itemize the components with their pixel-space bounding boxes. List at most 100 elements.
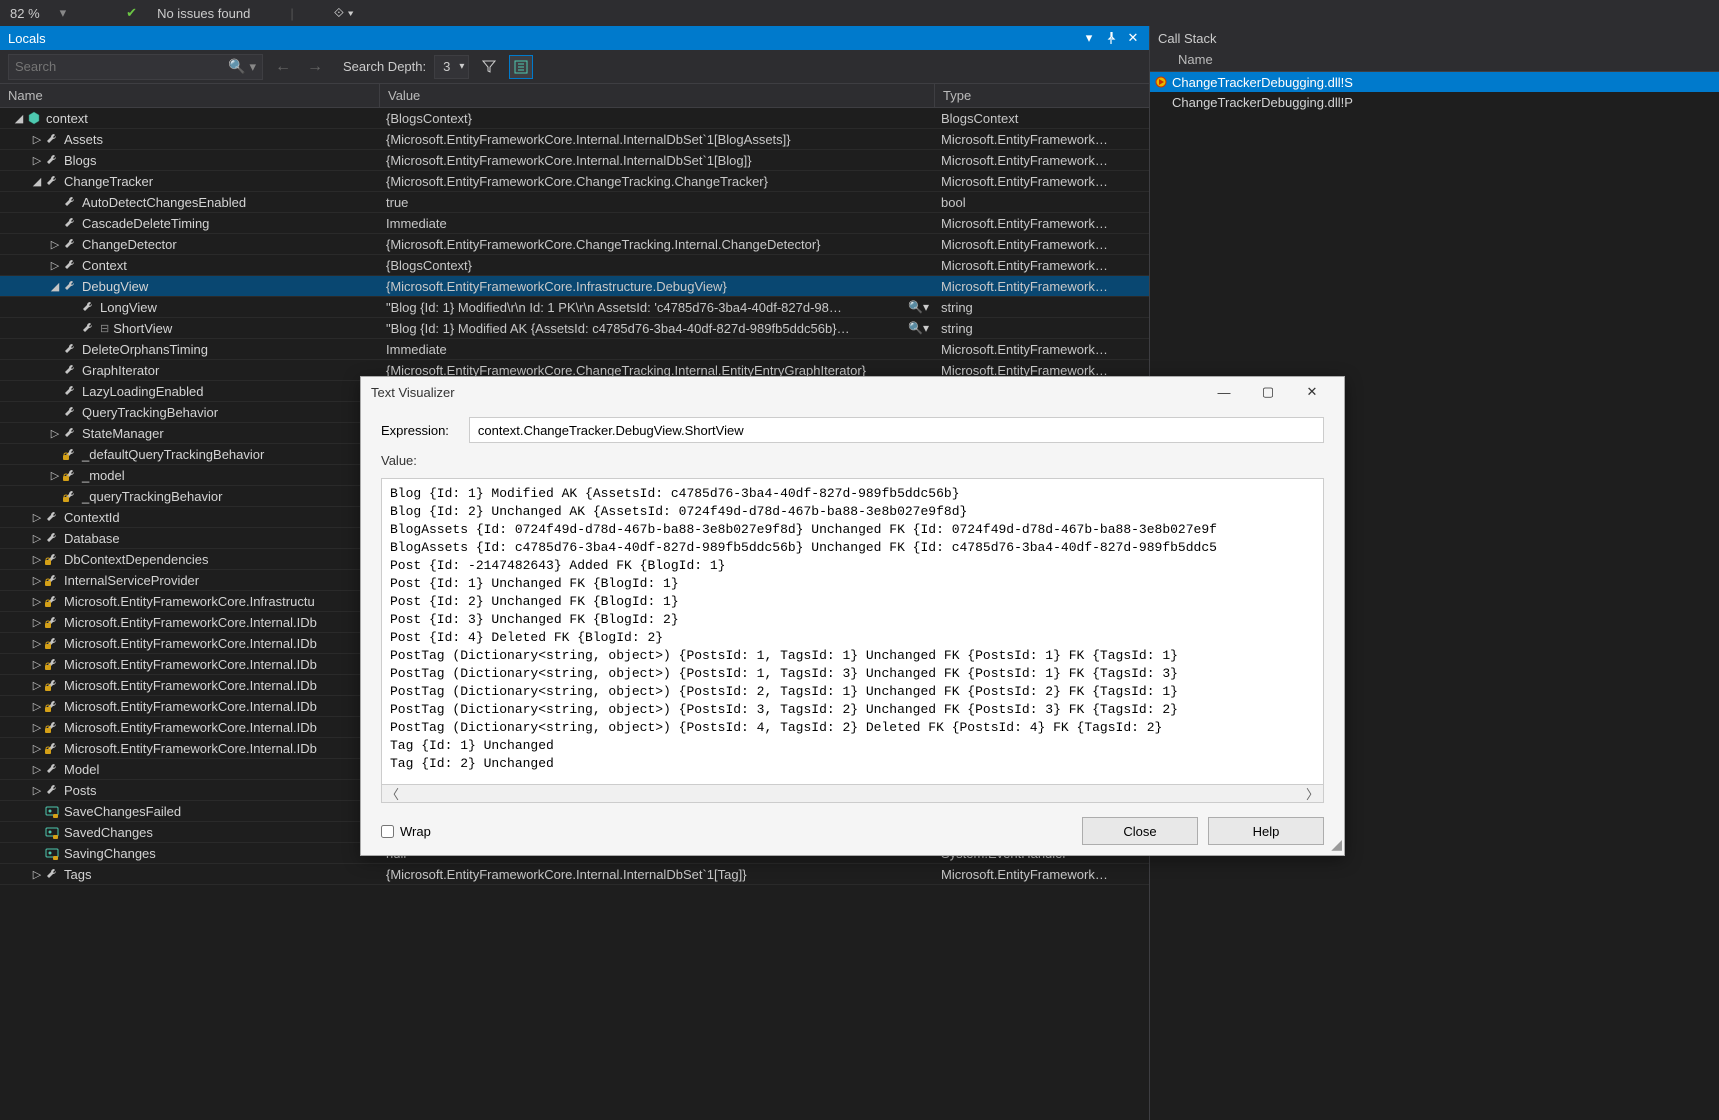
expand-toggle[interactable]: ▷ <box>30 763 44 776</box>
tree-row[interactable]: ◢ChangeTracker{Microsoft.EntityFramework… <box>0 171 1149 192</box>
expand-toggle[interactable] <box>48 406 62 418</box>
expression-input[interactable] <box>469 417 1324 443</box>
row-type: Microsoft.EntityFramework… <box>935 174 1149 189</box>
zoom-dropdown-icon[interactable]: ▾ <box>60 5 67 21</box>
window-dropdown-icon[interactable]: ▾ <box>1081 30 1097 46</box>
prop-icon <box>44 131 60 147</box>
row-value: {BlogsContext} <box>386 111 929 126</box>
expand-toggle[interactable]: ◢ <box>30 175 44 188</box>
expand-toggle[interactable]: ▷ <box>30 721 44 734</box>
expand-toggle[interactable] <box>30 805 44 817</box>
expand-toggle[interactable] <box>48 343 62 355</box>
prop-icon <box>62 257 78 273</box>
expand-toggle[interactable] <box>30 826 44 838</box>
tree-row[interactable]: ◢ context {BlogsContext} BlogsContext <box>0 108 1149 129</box>
priv-icon <box>44 572 60 588</box>
row-name: Assets <box>64 132 103 147</box>
callstack-col-name[interactable]: Name <box>1150 50 1719 72</box>
search-input[interactable] <box>15 59 228 74</box>
expand-toggle[interactable]: ▷ <box>30 511 44 524</box>
row-name: Model <box>64 762 99 777</box>
help-button[interactable]: Help <box>1208 817 1324 845</box>
depth-select[interactable]: 3 <box>434 55 469 79</box>
close-dialog-icon[interactable]: ✕ <box>1290 377 1334 407</box>
priv-icon <box>44 677 60 693</box>
col-value[interactable]: Value <box>380 84 935 107</box>
expand-toggle[interactable]: ▷ <box>48 469 62 482</box>
callstack-row[interactable]: ChangeTrackerDebugging.dll!S <box>1150 72 1719 92</box>
tree-row[interactable]: AutoDetectChangesEnabledtruebool <box>0 192 1149 213</box>
pin-icon[interactable] <box>1103 30 1119 46</box>
expand-toggle[interactable]: ▷ <box>30 658 44 671</box>
expand-toggle[interactable]: ▷ <box>30 679 44 692</box>
wrap-checkbox[interactable]: Wrap <box>381 824 431 839</box>
expand-toggle[interactable]: ▷ <box>48 259 62 272</box>
tree-row[interactable]: DeleteOrphansTimingImmediateMicrosoft.En… <box>0 339 1149 360</box>
tree-row[interactable]: ▷Assets{Microsoft.EntityFrameworkCore.In… <box>0 129 1149 150</box>
minimize-icon[interactable]: — <box>1202 377 1246 407</box>
expand-toggle[interactable] <box>66 322 80 334</box>
tree-row[interactable]: ⊟ShortView"Blog {Id: 1} Modified AK {Ass… <box>0 318 1149 339</box>
prop-icon <box>62 404 78 420</box>
maximize-icon[interactable]: ▢ <box>1246 377 1290 407</box>
prop-icon <box>44 761 60 777</box>
expand-toggle[interactable] <box>48 448 62 460</box>
row-type: Microsoft.EntityFramework… <box>935 867 1149 882</box>
tree-row[interactable]: CascadeDeleteTimingImmediateMicrosoft.En… <box>0 213 1149 234</box>
tree-row[interactable]: ▷Tags{Microsoft.EntityFrameworkCore.Inte… <box>0 864 1149 885</box>
close-button[interactable]: Close <box>1082 817 1198 845</box>
row-name: _model <box>82 468 125 483</box>
expand-toggle[interactable] <box>66 301 80 313</box>
expand-toggle[interactable]: ◢ <box>48 280 62 293</box>
value-textarea[interactable]: Blog {Id: 1} Modified AK {AssetsId: c478… <box>381 478 1324 785</box>
expand-toggle[interactable] <box>30 847 44 859</box>
tree-row[interactable]: ▷ChangeDetector{Microsoft.EntityFramewor… <box>0 234 1149 255</box>
dialog-titlebar[interactable]: Text Visualizer — ▢ ✕ <box>361 377 1344 407</box>
filter-icon[interactable] <box>477 55 501 79</box>
tree-row[interactable]: ▷Context{BlogsContext}Microsoft.EntityFr… <box>0 255 1149 276</box>
expand-toggle[interactable] <box>48 217 62 229</box>
tree-row[interactable]: ▷Blogs{Microsoft.EntityFrameworkCore.Int… <box>0 150 1149 171</box>
search-dropdown-icon[interactable]: ▾ <box>249 59 256 75</box>
expand-toggle[interactable]: ◢ <box>12 112 26 125</box>
close-icon[interactable]: ✕ <box>1125 30 1141 46</box>
expand-toggle[interactable]: ▷ <box>30 133 44 146</box>
col-name[interactable]: Name <box>0 84 380 107</box>
horizontal-scrollbar[interactable]: 〈〉 <box>381 785 1324 803</box>
tree-row[interactable]: LongView"Blog {Id: 1} Modified\r\n Id: 1… <box>0 297 1149 318</box>
expand-toggle[interactable]: ▷ <box>30 700 44 713</box>
wrap-checkbox-input[interactable] <box>381 825 394 838</box>
col-type[interactable]: Type <box>935 84 1149 107</box>
expand-toggle[interactable]: ▷ <box>30 553 44 566</box>
tree-row[interactable]: ◢DebugView{Microsoft.EntityFrameworkCore… <box>0 276 1149 297</box>
expand-toggle[interactable]: ▷ <box>30 868 44 881</box>
search-input-wrap[interactable]: 🔍 ▾ <box>8 54 263 80</box>
expand-toggle[interactable]: ▷ <box>30 784 44 797</box>
tools-icon[interactable]: ⟐ ▾ <box>334 5 354 21</box>
expand-toggle[interactable]: ▷ <box>30 616 44 629</box>
expand-toggle[interactable] <box>48 196 62 208</box>
expand-toggle[interactable]: ▷ <box>30 742 44 755</box>
magnifier-icon[interactable]: 🔍▾ <box>908 300 929 314</box>
callstack-row[interactable]: ChangeTrackerDebugging.dll!P <box>1150 92 1719 112</box>
expand-toggle[interactable]: ▷ <box>30 532 44 545</box>
search-icon[interactable]: 🔍 <box>228 58 245 75</box>
row-value: {Microsoft.EntityFrameworkCore.Internal.… <box>386 153 929 168</box>
expand-toggle[interactable]: ▷ <box>48 238 62 251</box>
expand-toggle[interactable] <box>48 364 62 376</box>
expand-toggle[interactable] <box>48 490 62 502</box>
priv-icon <box>44 614 60 630</box>
row-name: context <box>46 111 88 126</box>
expand-toggle[interactable]: ▷ <box>30 637 44 650</box>
expand-toggle[interactable]: ▷ <box>48 427 62 440</box>
pin-marker-icon: ⊟ <box>100 322 109 335</box>
expand-toggle[interactable]: ▷ <box>30 574 44 587</box>
row-name: InternalServiceProvider <box>64 573 199 588</box>
prop-icon <box>62 194 78 210</box>
expand-toggle[interactable] <box>48 385 62 397</box>
expand-icon[interactable] <box>509 55 533 79</box>
expand-toggle[interactable]: ▷ <box>30 595 44 608</box>
expand-toggle[interactable]: ▷ <box>30 154 44 167</box>
row-type: BlogsContext <box>935 111 1149 126</box>
magnifier-icon[interactable]: 🔍▾ <box>908 321 929 335</box>
